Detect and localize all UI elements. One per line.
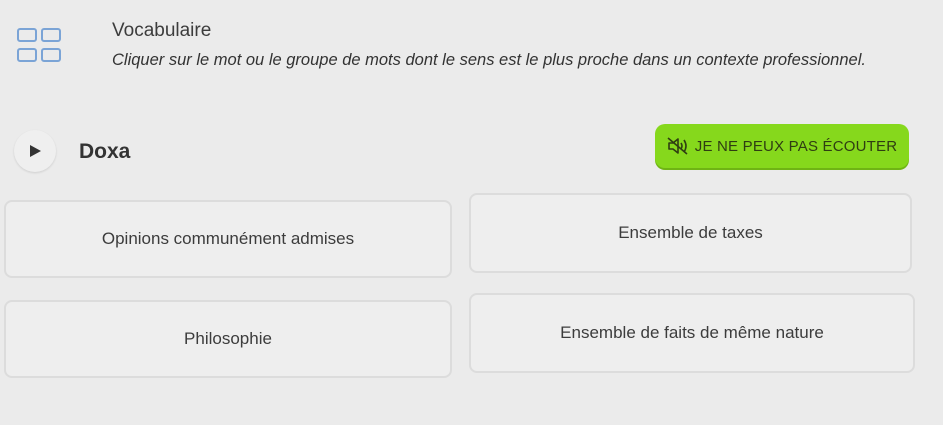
exercise-instruction: Cliquer sur le mot ou le groupe de mots … [112, 51, 866, 69]
answer-option-2[interactable]: Ensemble de taxes [469, 193, 912, 273]
answer-option-4[interactable]: Ensemble de faits de même nature [469, 293, 915, 373]
speaker-muted-icon [667, 137, 688, 155]
answer-option-1[interactable]: Opinions communément admises [4, 200, 452, 278]
cant-listen-button[interactable]: JE NE PEUX PAS ÉCOUTER [655, 124, 909, 168]
answer-option-label: Opinions communément admises [101, 229, 355, 248]
question-row: Doxa JE NE PEUX PAS ÉCOUTER [0, 120, 943, 180]
play-audio-button[interactable] [14, 130, 56, 172]
question-word: Doxa [79, 140, 131, 163]
answer-option-label: Ensemble de faits de même nature [560, 323, 824, 342]
answer-option-label: Philosophie [184, 329, 272, 348]
answer-option-label: Ensemble de taxes [618, 223, 763, 242]
exercise-title: Vocabulaire [112, 20, 212, 41]
answer-option-3[interactable]: Philosophie [4, 300, 452, 378]
exercise-header: Vocabulaire Cliquer sur le mot ou le gro… [0, 0, 943, 100]
cant-listen-label: JE NE PEUX PAS ÉCOUTER [694, 137, 898, 155]
play-icon [30, 145, 41, 157]
grid-icon [17, 28, 67, 66]
